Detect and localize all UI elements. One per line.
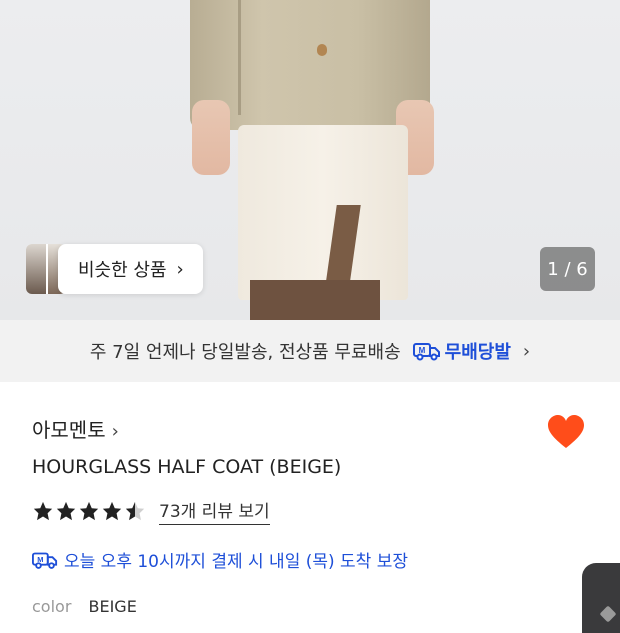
similar-products-button[interactable]: 비슷한 상품 › <box>58 244 203 294</box>
floating-action-button[interactable] <box>582 563 620 633</box>
star-icon <box>102 501 122 521</box>
shipping-text: 주 7일 언제나 당일발송, 전상품 무료배송 <box>89 342 401 363</box>
delivery-text: 오늘 오후 10시까지 결제 시 내일 (목) 도착 보장 <box>64 552 409 572</box>
chevron-right-icon: › <box>111 421 119 442</box>
brand-link[interactable]: 아모멘토 › <box>32 414 119 443</box>
product-image[interactable]: 비슷한 상품 › 1 / 6 <box>0 0 620 320</box>
star-icon <box>56 501 76 521</box>
color-row: color BEIGE <box>32 597 137 616</box>
heart-icon[interactable] <box>546 413 586 453</box>
shipping-banner[interactable]: 주 7일 언제나 당일발송, 전상품 무료배송 M 무배당발 › <box>0 320 620 382</box>
rating-row: 73개 리뷰 보기 <box>32 497 270 525</box>
image-counter: 1 / 6 <box>540 247 595 291</box>
star-icon <box>79 501 99 521</box>
product-title: HOURGLASS HALF COAT (BEIGE) <box>32 456 342 478</box>
star-half-icon <box>125 501 145 521</box>
color-value: BEIGE <box>88 597 137 616</box>
star-icon <box>33 501 53 521</box>
legs <box>250 280 380 320</box>
arm-left <box>192 100 230 175</box>
coat-button <box>317 44 327 56</box>
delivery-guarantee: M 오늘 오후 10시까지 결제 시 내일 (목) 도착 보장 <box>32 547 408 572</box>
truck-icon: M <box>412 343 440 361</box>
similar-products-label: 비슷한 상품 <box>78 260 167 281</box>
color-label: color <box>32 597 72 616</box>
svg-text:M: M <box>37 554 43 563</box>
brand-name: 아모멘토 <box>32 418 106 442</box>
svg-text:M: M <box>418 346 425 355</box>
skirt <box>238 125 408 300</box>
thumbnail-1 <box>26 244 46 294</box>
review-link[interactable]: 73개 리뷰 보기 <box>159 497 270 525</box>
chevron-right-icon: › <box>522 340 531 362</box>
shipping-brand: 무배당발 <box>444 342 511 363</box>
star-rating <box>32 500 147 522</box>
chevron-right-icon: › <box>176 258 184 280</box>
coat-split <box>238 0 241 115</box>
truck-icon: M <box>32 552 58 569</box>
